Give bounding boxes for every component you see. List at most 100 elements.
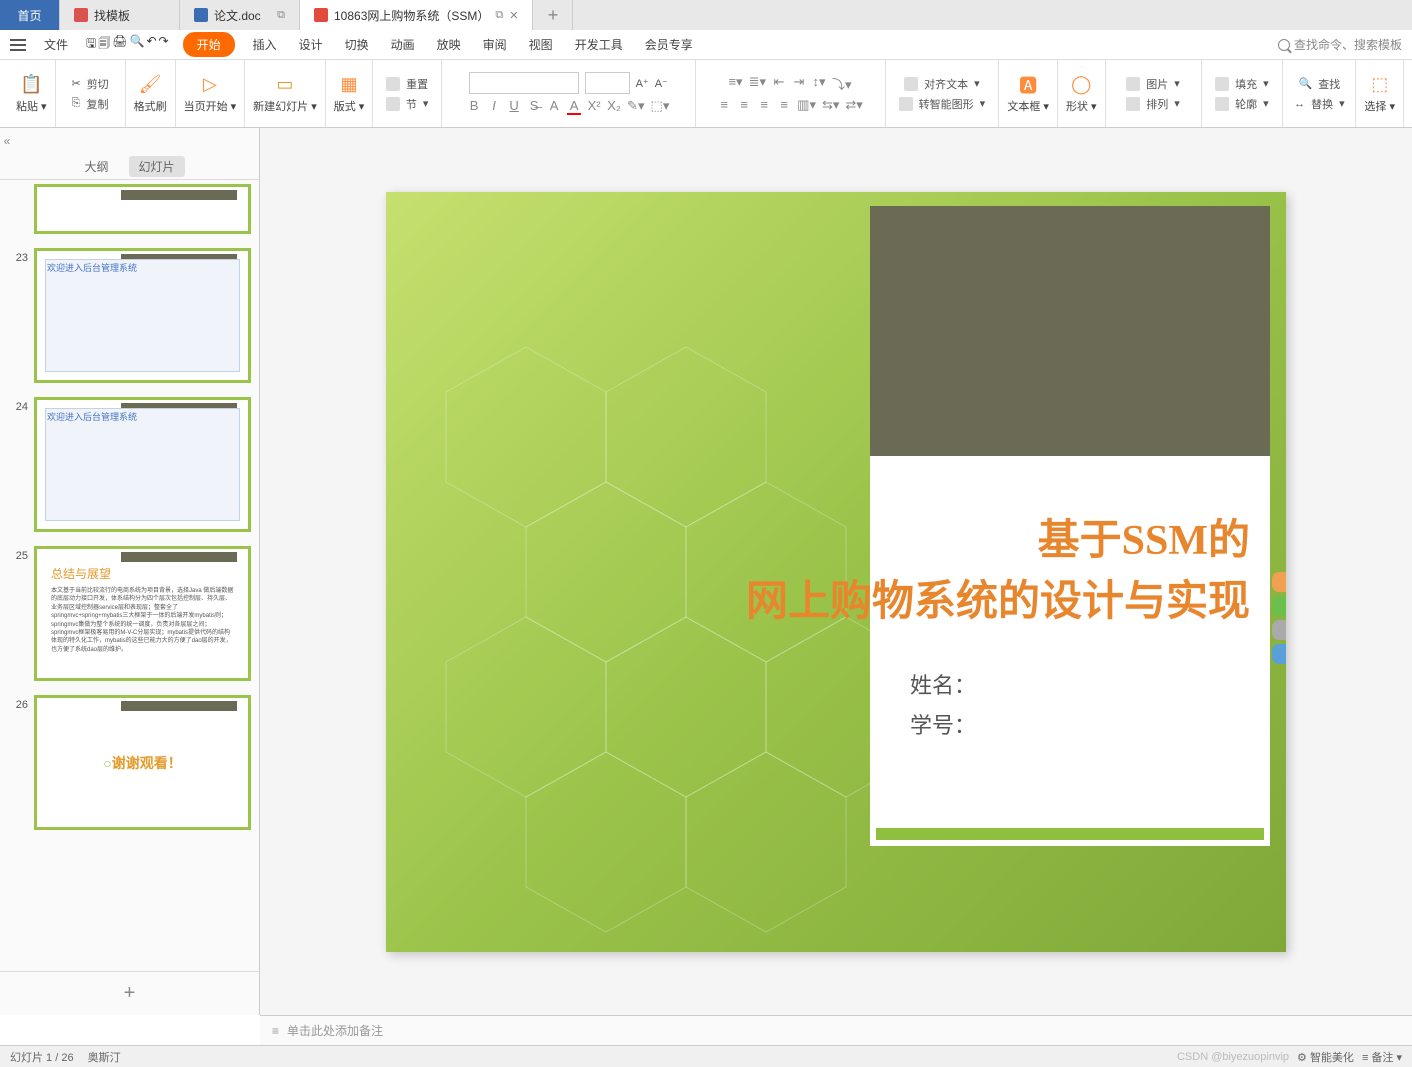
- font-family-select[interactable]: [469, 72, 579, 94]
- arrange-button[interactable]: 排列 ▾: [1126, 96, 1180, 112]
- menu-start[interactable]: 开始: [183, 32, 235, 57]
- side-btn-1[interactable]: [1272, 572, 1286, 592]
- thumb-25[interactable]: 总结与展望本文基于当前比较流行的电商系统为项目背景，选择Java 做后端数据的底…: [34, 546, 251, 681]
- side-btn-4[interactable]: [1272, 644, 1286, 664]
- replace-button[interactable]: ↔替换 ▾: [1294, 96, 1345, 112]
- tab-home[interactable]: 首页: [0, 0, 60, 30]
- notes-toggle[interactable]: ≡ 备注 ▾: [1362, 1049, 1402, 1065]
- notes-pane[interactable]: ≡ 单击此处添加备注: [260, 1015, 1412, 1045]
- menu-file[interactable]: 文件: [40, 36, 72, 53]
- menu-slideshow[interactable]: 放映: [433, 36, 465, 53]
- linespace-button[interactable]: ↕▾: [812, 74, 826, 93]
- hamburger-icon[interactable]: [10, 39, 26, 51]
- menu-dev[interactable]: 开发工具: [571, 36, 627, 53]
- menu-animation[interactable]: 动画: [387, 36, 419, 53]
- collapse-button[interactable]: «: [0, 128, 14, 154]
- thumbnail-list[interactable]: 23欢迎进入后台管理系统 24欢迎进入后台管理系统 25总结与展望本文基于当前比…: [0, 180, 259, 971]
- find-button[interactable]: 🔍查找: [1299, 76, 1341, 92]
- layout-icon[interactable]: ▦: [338, 74, 360, 96]
- indent-inc-button[interactable]: ⇥: [792, 74, 806, 93]
- paste-button[interactable]: 粘贴 ▾: [16, 98, 47, 114]
- id-field[interactable]: 学号：: [870, 700, 1270, 740]
- smartart-button[interactable]: 转智能图形 ▾: [899, 96, 986, 112]
- font-size-select[interactable]: [585, 72, 630, 94]
- thumb-22[interactable]: [34, 184, 251, 234]
- menu-design[interactable]: 设计: [295, 36, 327, 53]
- fromcur-button[interactable]: 当页开始 ▾: [184, 98, 237, 114]
- cut-button[interactable]: ✂剪切: [71, 76, 108, 92]
- smart-beautify[interactable]: ⚙ 智能美化: [1297, 1049, 1354, 1065]
- outline-button[interactable]: 轮廓 ▾: [1215, 96, 1269, 112]
- fill-button[interactable]: 填充 ▾: [1215, 76, 1269, 92]
- aligntext-button[interactable]: 对齐文本 ▾: [904, 76, 980, 92]
- spacing-button[interactable]: ⇆▾: [822, 97, 839, 113]
- menu-vip[interactable]: 会员专享: [641, 36, 697, 53]
- indent-dec-button[interactable]: ⇤: [772, 74, 786, 93]
- redo-icon[interactable]: ↷: [159, 34, 169, 55]
- fontcolor-button[interactable]: A: [567, 98, 581, 115]
- tab-template[interactable]: 找模板: [60, 0, 180, 30]
- align-justify-button[interactable]: ≡: [777, 97, 791, 113]
- columns-button[interactable]: ▥▾: [797, 97, 816, 113]
- add-slide-button[interactable]: +: [0, 971, 259, 1015]
- slide-title-2[interactable]: 网上购物系统的设计与实现: [670, 567, 1270, 628]
- underline-button[interactable]: U: [507, 98, 521, 115]
- bold-button[interactable]: B: [467, 98, 481, 115]
- select-button[interactable]: 选择 ▾: [1364, 98, 1395, 114]
- thumb-26[interactable]: ○谢谢观看！: [34, 695, 251, 830]
- undo-icon[interactable]: ↶: [146, 34, 156, 55]
- saveas-icon[interactable]: 🗐: [98, 34, 110, 55]
- layout-button[interactable]: 版式 ▾: [334, 98, 365, 114]
- brush-icon[interactable]: 🖌: [139, 74, 161, 96]
- textbox-icon[interactable]: 🅰: [1017, 74, 1039, 96]
- highlight-button[interactable]: A: [547, 98, 561, 115]
- menu-insert[interactable]: 插入: [249, 36, 281, 53]
- bullets-button[interactable]: ≡▾: [728, 74, 742, 93]
- newslide-button[interactable]: 新建幻灯片 ▾: [253, 98, 317, 114]
- side-btn-2[interactable]: [1272, 596, 1286, 616]
- command-search[interactable]: 查找命令、搜索模板: [1278, 36, 1402, 53]
- menu-view[interactable]: 视图: [525, 36, 557, 53]
- rtl-button[interactable]: ⇄▾: [845, 97, 862, 113]
- slide-title-1[interactable]: 基于SSM的: [870, 456, 1270, 567]
- font-shrink-icon[interactable]: A⁻: [655, 77, 668, 90]
- name-field[interactable]: 姓名：: [870, 628, 1270, 700]
- close-icon[interactable]: ✕: [509, 9, 518, 22]
- print-icon[interactable]: 🖨: [112, 34, 127, 55]
- textbox-button[interactable]: 文本框 ▾: [1007, 98, 1049, 114]
- play-icon[interactable]: ▷: [199, 74, 221, 96]
- picture-button[interactable]: 图片 ▾: [1126, 76, 1180, 92]
- slide-canvas[interactable]: 基于SSM的 网上购物系统的设计与实现 姓名： 学号：: [260, 128, 1412, 1015]
- tab-outline[interactable]: 大纲: [74, 156, 118, 177]
- tab-slides[interactable]: 幻灯片: [129, 156, 185, 177]
- strike-button[interactable]: S̶: [527, 98, 541, 115]
- textdir-button[interactable]: ⤵▾: [832, 74, 852, 93]
- numbering-button[interactable]: ≣▾: [749, 74, 766, 93]
- shape-icon[interactable]: ◯: [1070, 74, 1092, 96]
- tab-doc[interactable]: 论文.doc⧉: [180, 0, 300, 30]
- thumb-23[interactable]: 欢迎进入后台管理系统: [34, 248, 251, 383]
- copy-button[interactable]: ⎘复制: [72, 96, 109, 112]
- tab-ppt-active[interactable]: 10863网上购物系统（SSM）⧉✕: [300, 0, 533, 30]
- menu-transition[interactable]: 切换: [341, 36, 373, 53]
- align-center-button[interactable]: ≡: [737, 97, 751, 113]
- italic-button[interactable]: I: [487, 98, 501, 115]
- subscript-button[interactable]: X₂: [607, 98, 621, 115]
- align-right-button[interactable]: ≡: [757, 97, 771, 113]
- save-icon[interactable]: 🖫: [86, 34, 96, 55]
- preview-icon[interactable]: 🔍: [129, 34, 144, 55]
- chapter-button[interactable]: 节 ▾: [386, 96, 429, 112]
- thumb-24[interactable]: 欢迎进入后台管理系统: [34, 397, 251, 532]
- tab-new[interactable]: +: [533, 0, 573, 30]
- menu-review[interactable]: 审阅: [479, 36, 511, 53]
- char-border-button[interactable]: ⬚▾: [651, 98, 670, 115]
- shape-button[interactable]: 形状 ▾: [1066, 98, 1097, 114]
- reset-button[interactable]: 重置: [386, 76, 428, 92]
- dup-icon[interactable]: ⧉: [495, 9, 503, 22]
- select-icon[interactable]: ⬚: [1369, 74, 1391, 96]
- clear-format-button[interactable]: ✎▾: [627, 98, 644, 115]
- paste-icon[interactable]: 📋: [20, 74, 42, 96]
- font-grow-icon[interactable]: A⁺: [636, 77, 649, 90]
- superscript-button[interactable]: X²: [587, 98, 601, 115]
- side-btn-3[interactable]: [1272, 620, 1286, 640]
